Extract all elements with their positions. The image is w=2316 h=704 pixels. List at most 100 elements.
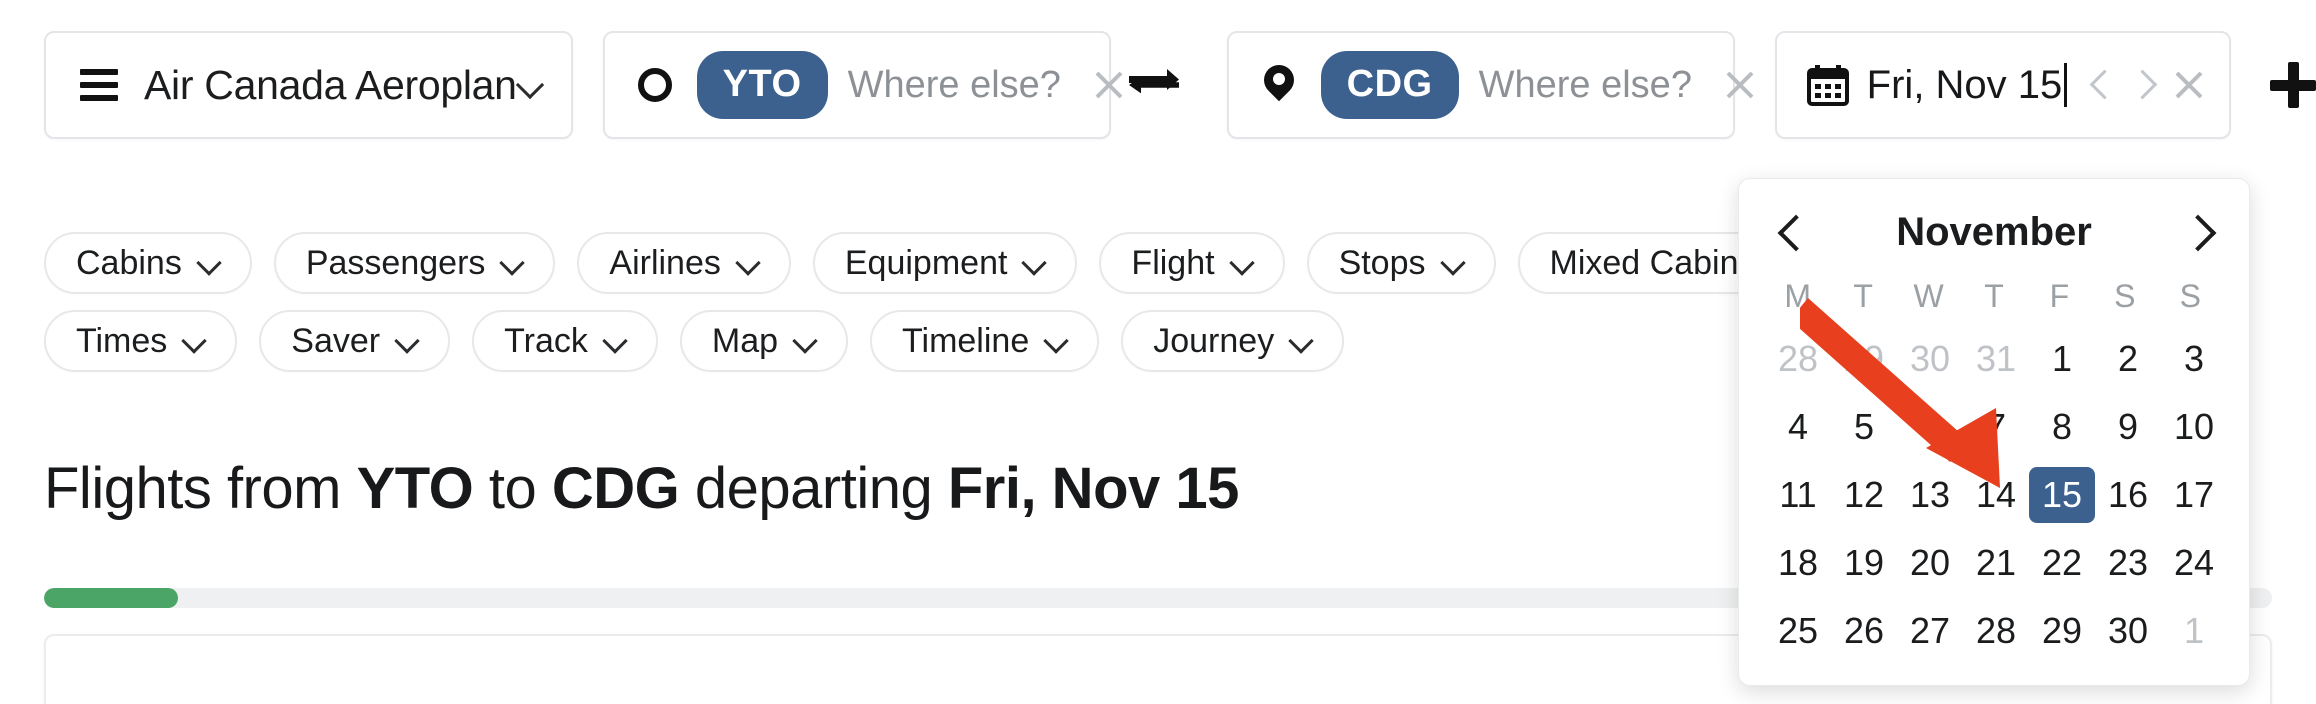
calendar-day-13[interactable]: 13 — [1897, 461, 1963, 529]
calendar-day-22[interactable]: 22 — [2029, 529, 2095, 597]
calendar-day-label: 28 — [1975, 610, 2017, 651]
calendar-day-30-adjacent[interactable]: 30 — [1897, 325, 1963, 393]
filter-chip-equipment[interactable]: Equipment — [812, 232, 1078, 294]
chevron-down-icon — [396, 330, 418, 352]
calendar-day-label: 21 — [1975, 542, 2017, 583]
calendar-day-14[interactable]: 14 — [1963, 461, 2029, 529]
calendar-day-label: 25 — [1777, 610, 1819, 651]
calendar-day-21[interactable]: 21 — [1963, 529, 2029, 597]
calendar-day-28-adjacent[interactable]: 28 — [1765, 325, 1831, 393]
calendar-day-29[interactable]: 29 — [2029, 597, 2095, 665]
filter-chip-label: Airlines — [609, 243, 721, 282]
calendar-day-label: 11 — [1779, 474, 1817, 515]
origin-placeholder[interactable]: Where else? — [848, 64, 1061, 107]
calendar-day-28[interactable]: 28 — [1963, 597, 2029, 665]
calendar-day-20[interactable]: 20 — [1897, 529, 1963, 597]
calendar-day-label: 29 — [1843, 338, 1885, 379]
heading-prefix: Flights from — [44, 456, 357, 521]
chevron-down-icon — [501, 252, 523, 274]
calendar-day-label: 8 — [2051, 406, 2073, 447]
calendar-day-label: 10 — [2173, 406, 2215, 447]
calendar-day-23[interactable]: 23 — [2095, 529, 2161, 597]
chevron-down-icon[interactable] — [517, 72, 543, 98]
calendar-day-label: 30 — [1909, 338, 1951, 379]
filter-chip-map[interactable]: Map — [679, 310, 849, 372]
calendar-day-15[interactable]: 15 — [2029, 461, 2095, 529]
destination-placeholder[interactable]: Where else? — [1479, 64, 1692, 107]
plus-icon[interactable] — [2253, 45, 2316, 125]
calendar-day-3[interactable]: 3 — [2161, 325, 2227, 393]
hamburger-icon[interactable] — [80, 69, 118, 101]
calendar-day-label: 27 — [1909, 610, 1951, 651]
calendar-day-8[interactable]: 8 — [2029, 393, 2095, 461]
chevron-right-icon[interactable] — [2123, 65, 2157, 105]
calendar-day-30[interactable]: 30 — [2095, 597, 2161, 665]
program-selector[interactable]: Air Canada Aeroplan — [44, 31, 573, 139]
filter-chip-passengers[interactable]: Passengers — [273, 232, 556, 294]
filter-chip-cabins[interactable]: Cabins — [44, 232, 252, 294]
origin-field[interactable]: YTO Where else? — [602, 31, 1111, 139]
calendar-day-29-adjacent[interactable]: 29 — [1831, 325, 1897, 393]
calendar-icon — [1806, 63, 1849, 107]
calendar-day-1-adjacent[interactable]: 1 — [2161, 597, 2227, 665]
calendar-day-12[interactable]: 12 — [1831, 461, 1897, 529]
filter-chip-journey[interactable]: Journey — [1121, 310, 1345, 372]
calendar-day-9[interactable]: 9 — [2095, 393, 2161, 461]
calendar-month-label: November — [1896, 209, 2092, 254]
chevron-left-icon[interactable] — [2085, 65, 2119, 105]
calendar-day-10[interactable]: 10 — [2161, 393, 2227, 461]
calendar-day-11[interactable]: 11 — [1765, 461, 1831, 529]
calendar-day-1[interactable]: 1 — [2029, 325, 2095, 393]
calendar-day-label: 14 — [1975, 474, 2017, 515]
filter-chip-saver[interactable]: Saver — [259, 310, 451, 372]
calendar-day-6[interactable]: 6 — [1897, 393, 1963, 461]
calendar-next-month-icon[interactable] — [2175, 209, 2215, 255]
calendar-day-19[interactable]: 19 — [1831, 529, 1897, 597]
calendar-day-25[interactable]: 25 — [1765, 597, 1831, 665]
calendar-day-5[interactable]: 5 — [1831, 393, 1897, 461]
filter-chip-airlines[interactable]: Airlines — [577, 232, 791, 294]
calendar-day-18[interactable]: 18 — [1765, 529, 1831, 597]
filter-chip-label: Times — [76, 321, 168, 360]
calendar-day-label: 4 — [1787, 406, 1809, 447]
date-picker-popup[interactable]: November MTWTFSS 28 29 30 31 1 2 3 4 5 6 7 8 9 10 11 12… — [1738, 178, 2250, 686]
calendar-day-label: 6 — [1919, 406, 1941, 447]
calendar-day-17[interactable]: 17 — [2161, 461, 2227, 529]
filter-chip-timeline[interactable]: Timeline — [870, 310, 1100, 372]
calendar-day-27[interactable]: 27 — [1897, 597, 1963, 665]
calendar-prev-month-icon[interactable] — [1773, 209, 1813, 255]
chevron-down-icon — [1045, 330, 1067, 352]
date-text: Fri, Nov 15 — [1866, 62, 2063, 107]
calendar-weekday: T — [1984, 277, 2004, 314]
date-clear-icon[interactable] — [2169, 65, 2209, 105]
filter-chip-label: Map — [711, 321, 779, 360]
calendar-day-label: 1 — [2183, 610, 2205, 651]
filter-chip-label: Stops — [1338, 243, 1426, 282]
calendar-day-31-adjacent[interactable]: 31 — [1963, 325, 2029, 393]
calendar-day-label: 13 — [1909, 474, 1951, 515]
departure-date-value[interactable]: Fri, Nov 15 — [1867, 63, 2068, 108]
calendar-day-24[interactable]: 24 — [2161, 529, 2227, 597]
calendar-day-4[interactable]: 4 — [1765, 393, 1831, 461]
filter-chip-times[interactable]: Times — [44, 310, 238, 372]
departure-date-field[interactable]: Fri, Nov 15 — [1774, 31, 2232, 139]
swap-arrows-icon — [1128, 69, 1179, 94]
destination-field[interactable]: CDG Where else? — [1226, 31, 1735, 139]
search-progress-fill — [44, 588, 178, 608]
origin-clear-icon[interactable] — [1089, 65, 1129, 105]
filter-chip-label: Mixed Cabins — [1549, 243, 1756, 282]
calendar-day-7[interactable]: 7 — [1963, 393, 2029, 461]
filter-chip-flight[interactable]: Flight — [1099, 232, 1285, 294]
origin-code-badge[interactable]: YTO — [696, 51, 828, 119]
filter-chip-stops[interactable]: Stops — [1306, 232, 1496, 294]
calendar-day-label: 16 — [2107, 474, 2149, 515]
calendar-weekday: F — [2049, 277, 2070, 314]
filter-chip-label: Track — [504, 321, 588, 360]
calendar-day-2[interactable]: 2 — [2095, 325, 2161, 393]
destination-code-badge[interactable]: CDG — [1320, 51, 1459, 119]
calendar-day-26[interactable]: 26 — [1831, 597, 1897, 665]
calendar-day-label: 15 — [2029, 467, 2095, 523]
calendar-day-16[interactable]: 16 — [2095, 461, 2161, 529]
filter-chip-track[interactable]: Track — [472, 310, 658, 372]
destination-clear-icon[interactable] — [1720, 65, 1760, 105]
